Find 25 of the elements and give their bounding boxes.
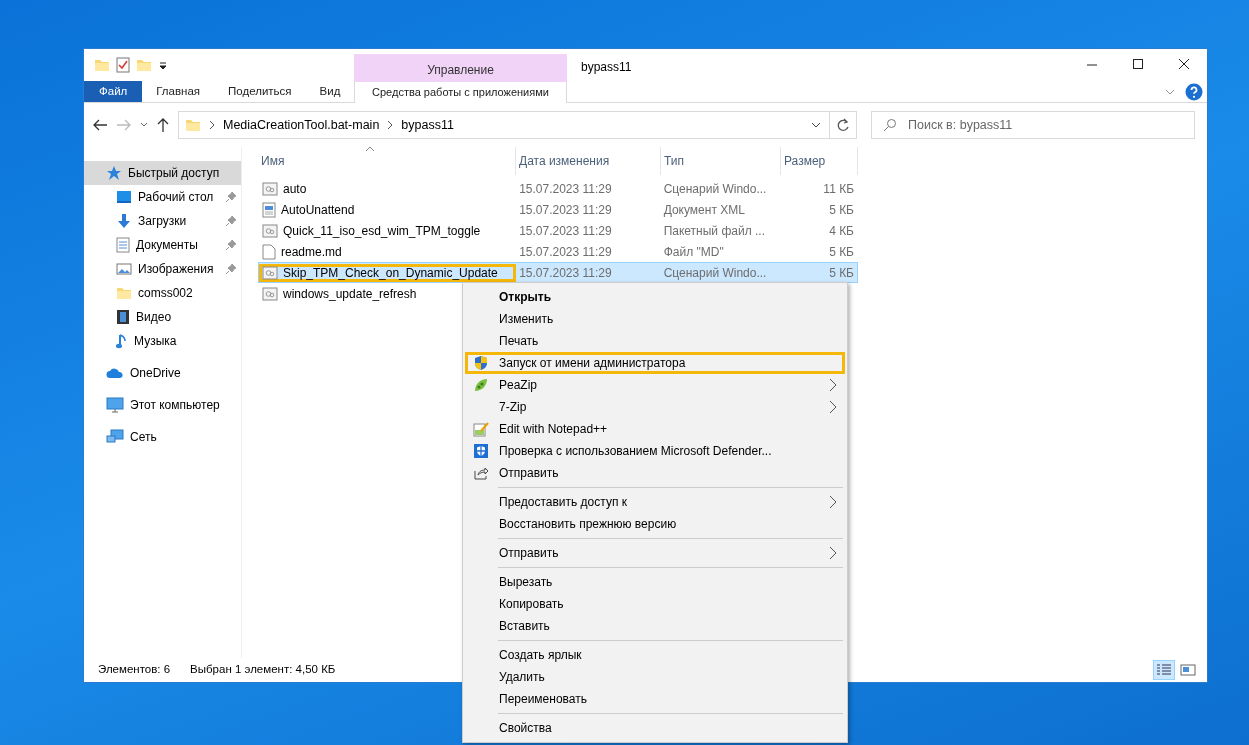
size-cell-text: 5 КБ	[828, 243, 855, 261]
file-name: auto	[283, 180, 307, 198]
selection-info: Выбран 1 элемент: 4,50 КБ	[190, 662, 336, 678]
type-cell-text: Пакетный файл ...	[662, 222, 766, 240]
size-cell-text: 5 КБ	[828, 201, 855, 219]
file-name: Skip_TPM_Check_on_Dynamic_Update	[283, 264, 498, 282]
file-name: windows_update_refresh	[283, 285, 417, 303]
date-cell-text: 15.07.2023 11:29	[518, 264, 613, 282]
file-name: readme.md	[281, 243, 342, 261]
file-name: Quick_11_iso_esd_wim_TPM_toggle	[283, 222, 481, 240]
item-count: Элементов: 6	[98, 662, 171, 678]
type-cell-text: Документ XML	[662, 201, 746, 219]
size-cell-text: 5 КБ	[828, 264, 855, 282]
size-cell-text: 4 КБ	[828, 222, 855, 240]
date-cell-text: 15.07.2023 11:29	[518, 243, 613, 261]
size-cell-text: 11 КБ	[822, 180, 855, 198]
date-cell-text: 15.07.2023 11:29	[518, 222, 613, 240]
type-cell-text: Сценарий Windo...	[662, 180, 768, 198]
ribbon-group-label: Управление	[426, 62, 495, 79]
type-cell-text: Сценарий Windo...	[662, 264, 768, 282]
window-title: bypass11	[581, 59, 632, 76]
type-cell-text: Файл "MD"	[662, 243, 725, 261]
date-cell-text: 15.07.2023 11:29	[518, 201, 613, 219]
date-cell-text: 15.07.2023 11:29	[518, 180, 613, 198]
file-name: AutoUnattend	[281, 201, 355, 219]
